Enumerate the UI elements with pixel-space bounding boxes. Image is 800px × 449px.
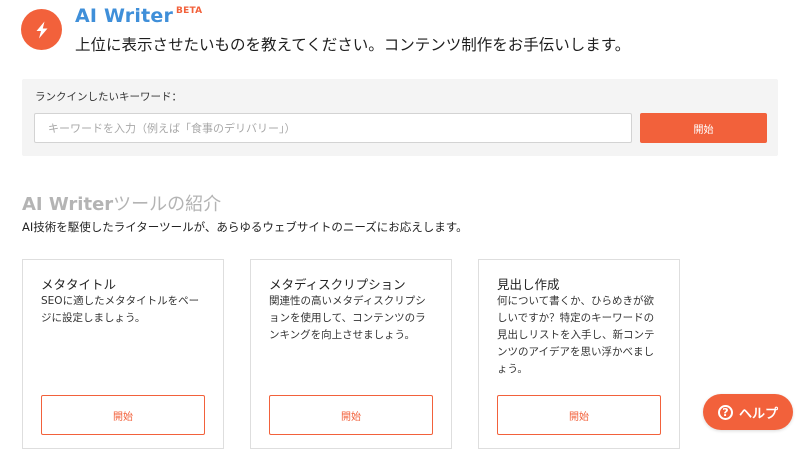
meta-description-start-button[interactable]: 開始	[269, 395, 433, 435]
keyword-panel: ランクインしたいキーワード： 開始	[22, 79, 778, 156]
card-desc-line: 何について書くか、ひらめきが欲	[497, 295, 654, 307]
tools-section-title: AI Writerツールの紹介	[22, 190, 221, 216]
card-description: SEOに適したメタタイトルをペー ジに設定しましょう。	[41, 293, 213, 327]
brand-name: AI Writer	[75, 5, 174, 27]
tool-card-meta-description: メタディスクリプション 関連性の高いメタディスクリプシ ョンを使用して、コンテン…	[250, 259, 452, 449]
heading-start-button[interactable]: 開始	[497, 395, 661, 435]
card-title: メタディスクリプション	[269, 277, 406, 292]
lightning-bolt-icon	[36, 21, 47, 38]
card-description: 関連性の高いメタディスクリプシ ョンを使用して、コンテンツのラ ンキングを向上さ…	[269, 293, 441, 344]
tools-title-latin: AI Writer	[22, 194, 114, 215]
keyword-input[interactable]	[34, 113, 632, 143]
tool-card-meta-title: メタタイトル SEOに適したメタタイトルをペー ジに設定しましょう。 開始	[22, 259, 224, 449]
tool-card-heading: 見出し作成 何について書くか、ひらめきが欲 しいですか？特定のキーワードの 見出…	[478, 259, 680, 449]
card-desc-line: ョンを使用して、コンテンツのラ	[269, 312, 426, 324]
beta-badge: BETA	[176, 6, 203, 16]
card-desc-line: ンキングを向上させましょう。	[269, 329, 416, 341]
card-title: メタタイトル	[41, 277, 117, 292]
help-button[interactable]: ? ヘルプ	[703, 394, 793, 430]
card-desc-line: 関連性の高いメタディスクリプシ	[269, 295, 426, 307]
card-description: 何について書くか、ひらめきが欲 しいですか？特定のキーワードの 見出しリストを入…	[497, 293, 669, 378]
keyword-label: ランクインしたいキーワード：	[35, 91, 182, 103]
question-circle-icon: ?	[717, 404, 733, 420]
card-desc-line: ジに設定しましょう。	[41, 312, 146, 324]
card-desc-line: しいですか？特定のキーワードの	[497, 312, 655, 324]
tools-section-description: AI技術を駆使したライターツールが、あらゆるウェブサイトのニーズにお応えします。	[22, 220, 468, 234]
brand-title: AI Writer BETA	[75, 5, 202, 27]
card-desc-line: ンツのアイデアを思い浮かべまし	[497, 346, 654, 358]
card-title: 見出し作成	[497, 277, 560, 292]
meta-title-start-button[interactable]: 開始	[41, 395, 205, 435]
card-desc-line: 見出しリストを入手し、新コンテ	[497, 329, 655, 341]
help-label: ヘルプ	[738, 406, 778, 422]
page-tagline: 上位に表示させたいものを教えてください。コンテンツ制作をお手伝いします。	[75, 36, 631, 54]
card-desc-line: SEOに適したメタタイトルをペー	[41, 295, 200, 307]
tools-title-jp: ツールの紹介	[113, 194, 222, 215]
app-logo	[21, 9, 62, 50]
keyword-start-button[interactable]: 開始	[640, 113, 767, 143]
card-desc-line: ょう。	[497, 363, 528, 375]
